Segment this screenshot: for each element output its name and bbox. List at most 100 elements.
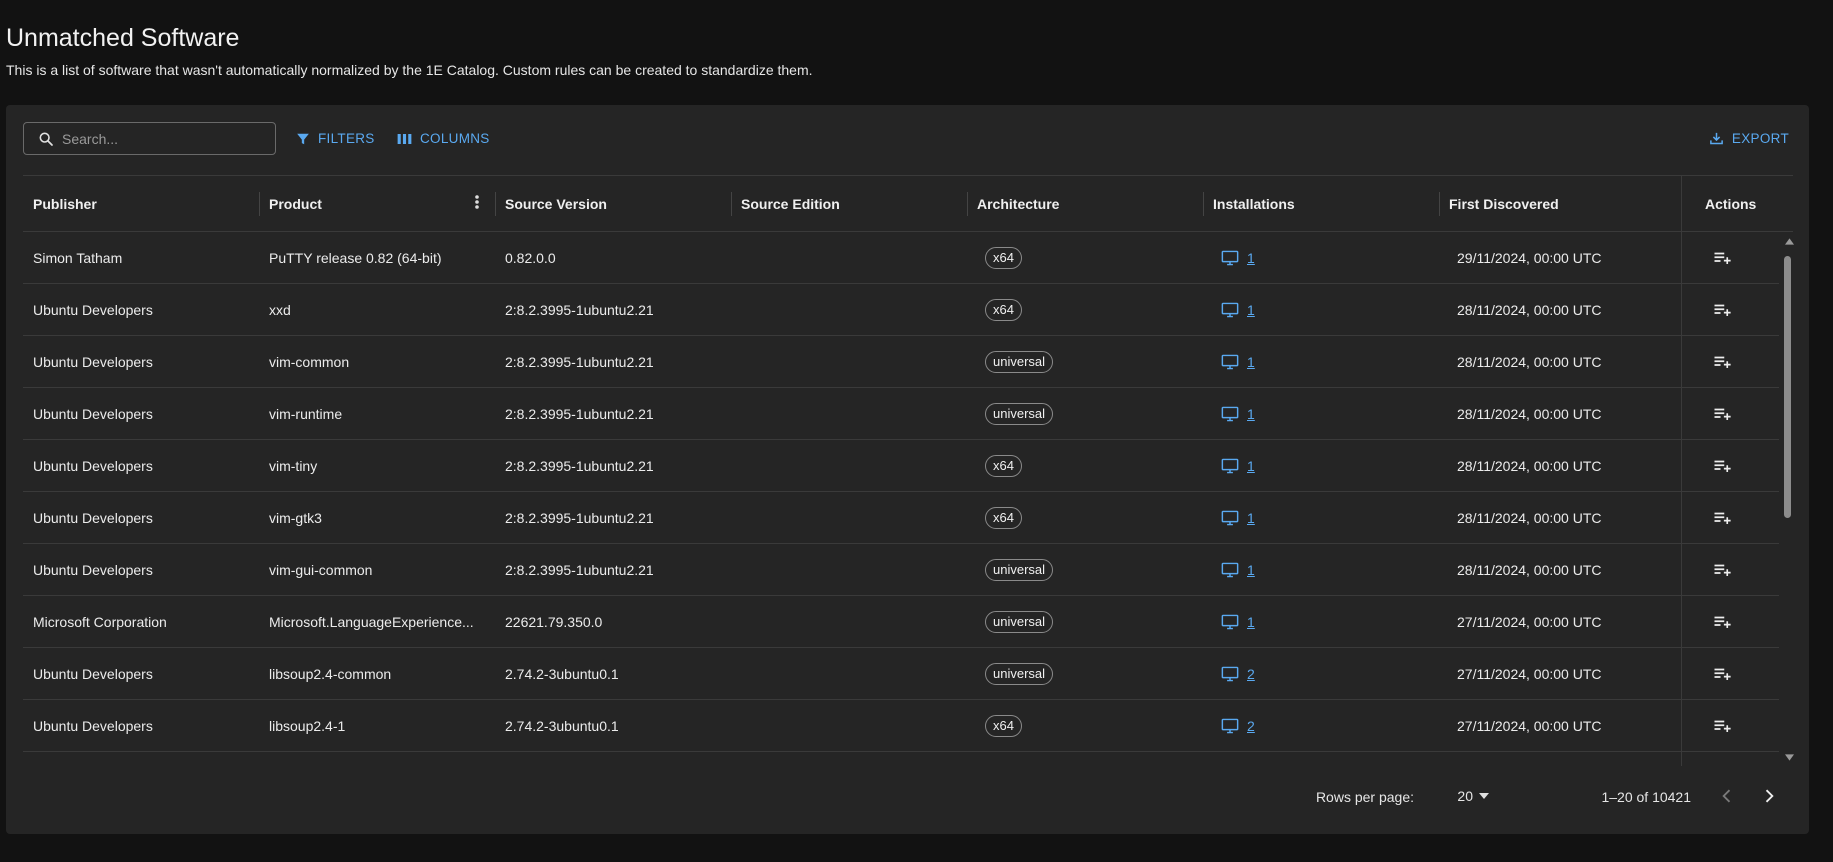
create-rule-button[interactable] <box>1713 596 1731 648</box>
first-discovered-cell: 27/11/2024, 00:00 UTC <box>1457 666 1602 682</box>
create-rule-button[interactable] <box>1713 700 1731 752</box>
search-field[interactable] <box>23 122 276 155</box>
installations-link[interactable]: 2 <box>1247 666 1255 682</box>
installations-link[interactable]: 1 <box>1247 562 1255 578</box>
create-rule-button[interactable] <box>1713 336 1731 388</box>
column-header-source-version[interactable]: Source Version <box>505 176 607 232</box>
publisher-cell: Microsoft Corporation <box>33 614 167 630</box>
installations-cell[interactable]: 1 <box>1221 440 1255 492</box>
table-row[interactable]: Ubuntu Developers libsoup2.4-common 2.74… <box>23 648 1779 700</box>
create-rule-button[interactable] <box>1713 232 1731 284</box>
scroll-up-arrow-icon[interactable] <box>1785 238 1794 245</box>
installations-link[interactable]: 1 <box>1247 250 1255 266</box>
column-header-architecture[interactable]: Architecture <box>977 176 1059 232</box>
column-separator[interactable] <box>967 192 968 216</box>
installations-cell[interactable]: 2 <box>1221 700 1255 752</box>
table-row[interactable]: Ubuntu Developers vim-tiny 2:8.2.3995-1u… <box>23 440 1779 492</box>
filter-icon <box>297 133 309 144</box>
installations-cell[interactable]: 1 <box>1221 336 1255 388</box>
scroll-down-arrow-icon[interactable] <box>1785 754 1794 761</box>
vertical-scrollbar-thumb[interactable] <box>1784 256 1791 518</box>
next-page-icon[interactable] <box>1759 786 1779 806</box>
export-button[interactable]: EXPORT <box>1709 131 1789 146</box>
previous-page-icon[interactable] <box>1717 786 1737 806</box>
product-cell: xxd <box>269 302 291 318</box>
column-header-source-edition[interactable]: Source Edition <box>741 176 840 232</box>
create-rule-button[interactable] <box>1713 284 1731 336</box>
search-input[interactable] <box>62 130 252 147</box>
table-body: Simon Tatham PuTTY release 0.82 (64-bit)… <box>23 232 1779 766</box>
filters-label: FILTERS <box>318 131 375 146</box>
column-separator[interactable] <box>259 192 260 216</box>
installations-link[interactable]: 1 <box>1247 406 1255 422</box>
table-row[interactable]: Ubuntu Developers libsoup2.4-1 2.74.2-3u… <box>23 700 1779 752</box>
installations-link[interactable]: 1 <box>1247 510 1255 526</box>
column-separator[interactable] <box>1439 192 1440 216</box>
installations-cell[interactable]: 2 <box>1221 648 1255 700</box>
column-separator[interactable] <box>495 192 496 216</box>
columns-button[interactable]: COLUMNS <box>397 131 490 146</box>
architecture-cell: universal <box>985 544 1054 596</box>
create-rule-button[interactable] <box>1713 648 1731 700</box>
column-header-first-discovered[interactable]: First Discovered <box>1449 176 1559 232</box>
first-discovered-cell: 28/11/2024, 00:00 UTC <box>1457 354 1602 370</box>
installations-link[interactable]: 2 <box>1247 718 1255 734</box>
playlist-add-icon <box>1714 616 1731 628</box>
software-data-grid: Publisher Product Source Version Source … <box>23 175 1794 766</box>
filters-button[interactable]: FILTERS <box>296 131 375 146</box>
table-row[interactable]: Ubuntu Developers xxd 2:8.2.3995-1ubuntu… <box>23 284 1779 336</box>
publisher-cell: Ubuntu Developers <box>33 718 153 734</box>
device-icon <box>1221 458 1239 474</box>
column-separator[interactable] <box>1203 192 1204 216</box>
page-title: Unmatched Software <box>6 24 240 52</box>
table-row[interactable]: Ubuntu Developers vim-common 2:8.2.3995-… <box>23 336 1779 388</box>
column-separator[interactable] <box>731 192 732 216</box>
pagination-range: 1–20 of 10421 <box>1601 789 1691 805</box>
rows-per-page-select[interactable]: 20 <box>1457 788 1489 804</box>
rows-per-page-label: Rows per page: <box>1315 789 1414 805</box>
create-rule-button[interactable] <box>1713 492 1731 544</box>
architecture-chip: x64 <box>985 507 1022 529</box>
installations-cell[interactable]: 1 <box>1221 388 1255 440</box>
installations-cell[interactable]: 1 <box>1221 492 1255 544</box>
first-discovered-cell: 28/11/2024, 00:00 UTC <box>1457 302 1602 318</box>
publisher-cell: Ubuntu Developers <box>33 354 153 370</box>
source-version-cell: 22621.79.350.0 <box>505 614 603 630</box>
installations-link[interactable]: 1 <box>1247 302 1255 318</box>
column-header-publisher[interactable]: Publisher <box>33 176 97 232</box>
architecture-cell: universal <box>985 596 1054 648</box>
column-header-product[interactable]: Product <box>269 176 322 232</box>
installations-link[interactable]: 1 <box>1247 614 1255 630</box>
architecture-chip: universal <box>985 351 1054 373</box>
export-label: EXPORT <box>1731 131 1789 146</box>
column-header-installations[interactable]: Installations <box>1213 176 1295 232</box>
device-icon <box>1221 354 1239 370</box>
source-version-cell: 2.74.2-3ubuntu0.1 <box>505 718 619 734</box>
installations-cell[interactable]: 1 <box>1221 232 1255 284</box>
table-row[interactable]: Ubuntu Developers vim-gtk3 2:8.2.3995-1u… <box>23 492 1779 544</box>
installations-link[interactable]: 1 <box>1247 458 1255 474</box>
playlist-add-icon <box>1714 460 1731 472</box>
installations-cell[interactable]: 1 <box>1221 284 1255 336</box>
publisher-cell: Ubuntu Developers <box>33 562 153 578</box>
rows-per-page-value: 20 <box>1457 788 1473 804</box>
architecture-chip: x64 <box>985 247 1022 269</box>
column-menu-icon[interactable] <box>475 194 479 210</box>
architecture-cell: x64 <box>985 440 1022 492</box>
architecture-chip: x64 <box>985 299 1022 321</box>
page-subtitle: This is a list of software that wasn't a… <box>6 62 813 78</box>
installations-cell[interactable]: 1 <box>1221 544 1255 596</box>
create-rule-button[interactable] <box>1713 440 1731 492</box>
table-row[interactable]: Ubuntu Developers vim-gui-common 2:8.2.3… <box>23 544 1779 596</box>
product-cell: vim-common <box>269 354 350 370</box>
architecture-chip: universal <box>985 663 1054 685</box>
architecture-chip: universal <box>985 559 1054 581</box>
installations-cell[interactable]: 1 <box>1221 596 1255 648</box>
table-row[interactable]: Ubuntu Developers vim-runtime 2:8.2.3995… <box>23 388 1779 440</box>
create-rule-button[interactable] <box>1713 544 1731 596</box>
table-row[interactable]: Microsoft Corporation Microsoft.Language… <box>23 596 1779 648</box>
table-row[interactable]: Simon Tatham PuTTY release 0.82 (64-bit)… <box>23 232 1779 284</box>
playlist-add-icon <box>1714 304 1731 316</box>
installations-link[interactable]: 1 <box>1247 354 1255 370</box>
create-rule-button[interactable] <box>1713 388 1731 440</box>
